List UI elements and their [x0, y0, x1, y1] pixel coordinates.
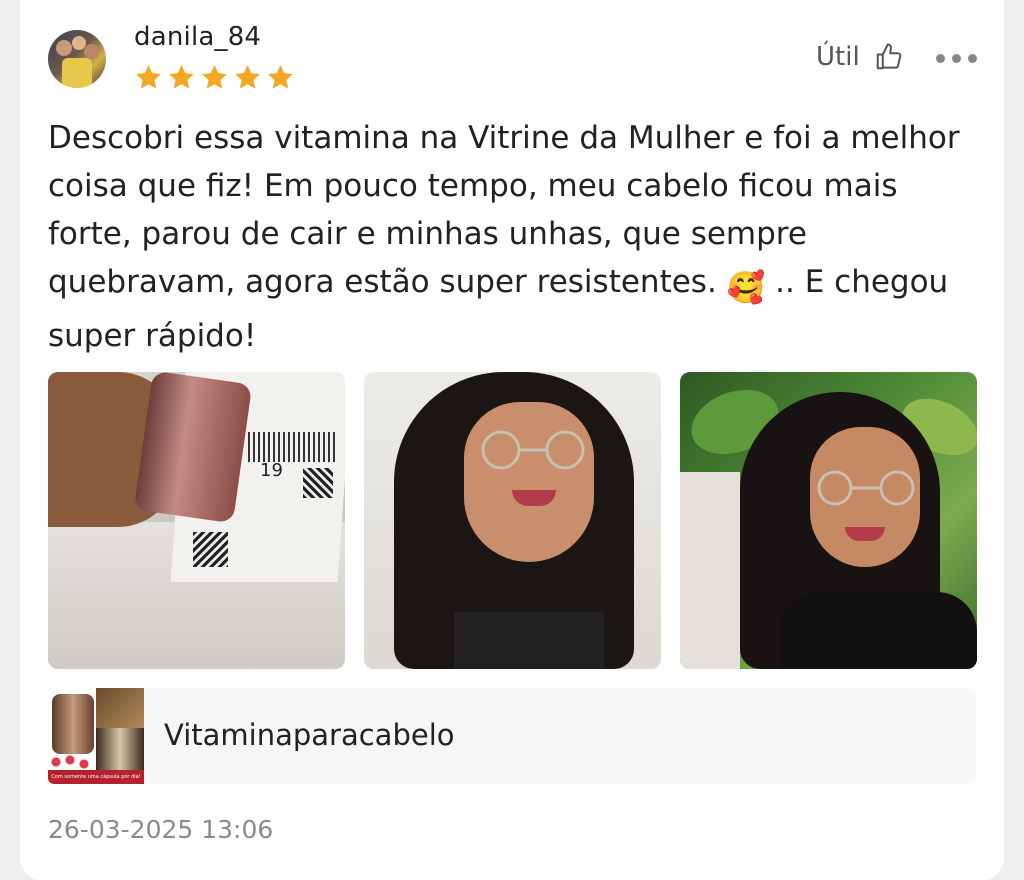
- avatar[interactable]: [48, 30, 106, 88]
- review-timestamp: 26-03-2025 13:06: [48, 815, 274, 844]
- rating-stars: [134, 63, 295, 92]
- review-text: Descobri essa vitamina na Vitrine da Mul…: [48, 114, 978, 360]
- star-icon: [235, 65, 260, 89]
- product-link[interactable]: Com somente uma cápsula por dia! Vitamin…: [48, 688, 976, 784]
- product-name: Vitaminaparacabelo: [164, 718, 455, 752]
- review-photo-1[interactable]: 19: [48, 372, 345, 669]
- review-photo-3[interactable]: [680, 372, 977, 669]
- star-icon: [268, 65, 293, 89]
- product-thumbnail-caption: Com somente uma cápsula por dia!: [48, 770, 144, 784]
- helpful-label: Útil: [816, 42, 860, 72]
- more-options-button[interactable]: [936, 52, 978, 64]
- review-photo-2[interactable]: [364, 372, 661, 669]
- thumbs-up-icon: [876, 43, 901, 70]
- star-icon: [136, 65, 161, 89]
- package-label: 19: [260, 460, 283, 481]
- star-icon: [169, 65, 194, 89]
- product-thumbnail: Com somente uma cápsula por dia!: [48, 688, 144, 784]
- username[interactable]: danila_84: [134, 22, 261, 52]
- smiling-face-with-hearts-icon: 🥰: [726, 270, 766, 306]
- helpful-button[interactable]: Útil: [816, 42, 904, 72]
- star-icon: [202, 65, 227, 89]
- review-photos: 19: [48, 372, 977, 669]
- more-horizontal-icon: [936, 53, 945, 63]
